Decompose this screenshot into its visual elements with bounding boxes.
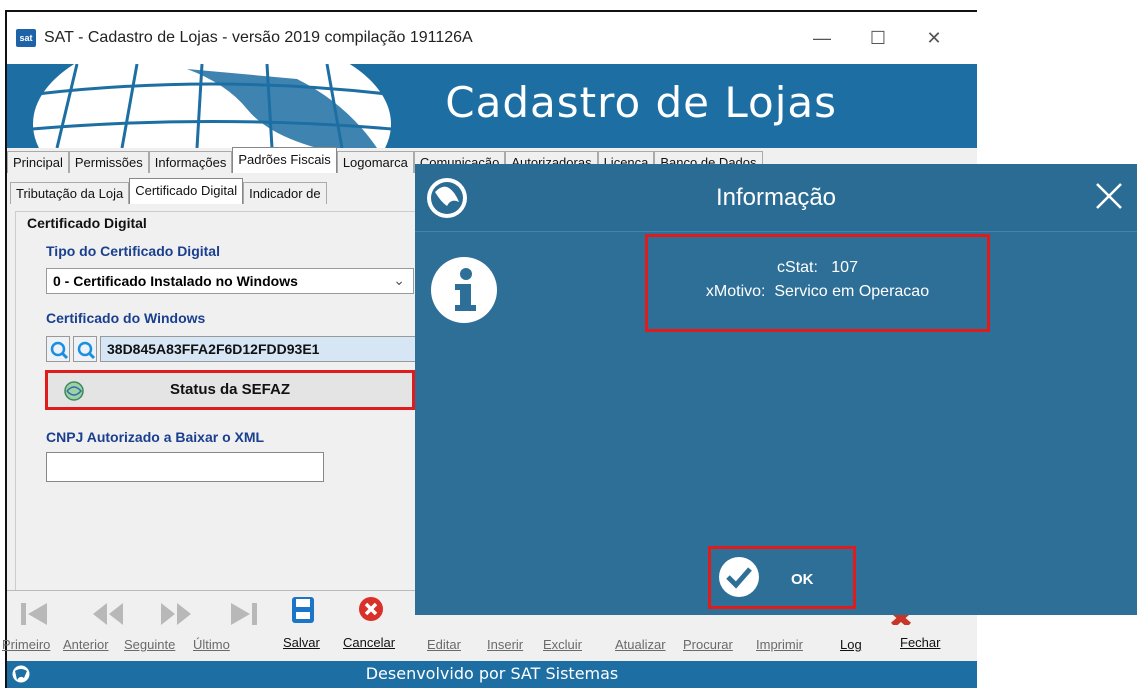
save-button-label[interactable]: Salvar [283, 635, 320, 650]
log-button-label[interactable]: Log [840, 637, 862, 652]
group-title: Certificado Digital [27, 215, 147, 231]
edit-button-label[interactable]: Editar [427, 637, 461, 652]
search-certificate-button[interactable] [46, 336, 70, 362]
last-record-icon[interactable] [229, 599, 259, 629]
banner-title: Cadastro de Lojas [445, 78, 837, 127]
info-icon [431, 257, 497, 323]
chevron-down-icon: ⌄ [393, 272, 405, 288]
tab-informacoes[interactable]: Informações [148, 151, 233, 173]
certificate-field[interactable]: 38D845A83FFA2F6D12FDD93E1 [100, 336, 418, 362]
status-sefaz-label: Status da SEFAZ [169, 381, 291, 398]
information-dialog: Informação cStat: 107 xMotivo: Servico e… [415, 164, 1137, 615]
window-title: SAT - Cadastro de Lojas - versão 2019 co… [44, 29, 473, 46]
cancel-button-label[interactable]: Cancelar [343, 635, 395, 650]
ok-button[interactable]: OK [708, 546, 856, 609]
title-bar: sat SAT - Cadastro de Lojas - versão 201… [7, 12, 977, 64]
sub-tab-strip: Tributação da Loja Certificado Digital I… [10, 178, 327, 204]
next-record-icon[interactable] [159, 599, 193, 629]
tab-tributacao-da-loja[interactable]: Tributação da Loja [10, 182, 130, 204]
globe-logo [31, 64, 393, 148]
tab-indicador[interactable]: Indicador de [243, 182, 327, 204]
first-button-label[interactable]: Primeiro [2, 637, 50, 652]
cnpj-label: CNPJ Autorizado a Baixar o XML [46, 429, 265, 445]
next-button-label[interactable]: Seguinte [124, 637, 175, 652]
message-box: cStat: 107 xMotivo: Servico em Operacao [645, 234, 990, 332]
cancel-icon[interactable] [357, 595, 385, 623]
header-banner: Cadastro de Lojas [7, 64, 977, 148]
cnpj-input[interactable] [46, 452, 324, 482]
dialog-title: Informação [715, 184, 837, 211]
first-record-icon[interactable] [19, 599, 49, 629]
certificate-type-select[interactable]: 0 - Certificado Instalado no Windows ⌄ [46, 268, 414, 294]
dialog-header: Informação [415, 164, 1137, 232]
screen: sat SAT - Cadastro de Lojas - versão 201… [0, 0, 1137, 688]
close-icon[interactable] [1091, 178, 1127, 214]
delete-button-label[interactable]: Excluir [543, 637, 582, 652]
tab-permissoes[interactable]: Permissões [68, 151, 149, 173]
certificate-type-label: Tipo do Certificado Digital [46, 243, 220, 259]
close-form-button-label[interactable]: Fechar [900, 635, 940, 650]
save-icon[interactable] [290, 595, 316, 625]
tab-padroes-fiscais[interactable]: Padrões Fiscais [232, 147, 337, 173]
check-icon [719, 557, 759, 597]
search-certificate-button-2[interactable] [73, 336, 97, 362]
last-button-label[interactable]: Último [193, 637, 230, 652]
refresh-button-label[interactable]: Atualizar [615, 637, 666, 652]
previous-record-icon[interactable] [91, 599, 125, 629]
tab-principal[interactable]: Principal [7, 151, 69, 173]
certificate-type-value: 0 - Certificado Instalado no Windows [53, 273, 298, 289]
search-button-label[interactable]: Procurar [683, 637, 733, 652]
app-icon: sat [16, 29, 36, 47]
footer-text: Desenvolvido por SAT Sistemas [365, 664, 619, 683]
search-icon [50, 341, 69, 360]
windows-certificate-label: Certificado do Windows [46, 310, 206, 326]
cstat-line: cStat: 107 [777, 259, 858, 276]
tab-logomarca[interactable]: Logomarca [336, 151, 414, 173]
print-button-label[interactable]: Imprimir [756, 637, 803, 652]
network-status-icon [64, 381, 84, 401]
ok-label: OK [791, 571, 814, 588]
status-footer: Desenvolvido por SAT Sistemas [7, 661, 977, 688]
minimize-button[interactable]: — [797, 22, 847, 54]
insert-button-label[interactable]: Inserir [487, 637, 523, 652]
close-button[interactable]: ✕ [909, 22, 959, 54]
tab-certificado-digital[interactable]: Certificado Digital [129, 178, 244, 204]
status-sefaz-button[interactable]: Status da SEFAZ [45, 370, 415, 410]
maximize-button[interactable]: ☐ [853, 22, 903, 54]
xmotivo-line: xMotivo: Servico em Operacao [705, 283, 930, 300]
search-icon [77, 341, 96, 360]
previous-button-label[interactable]: Anterior [63, 637, 109, 652]
